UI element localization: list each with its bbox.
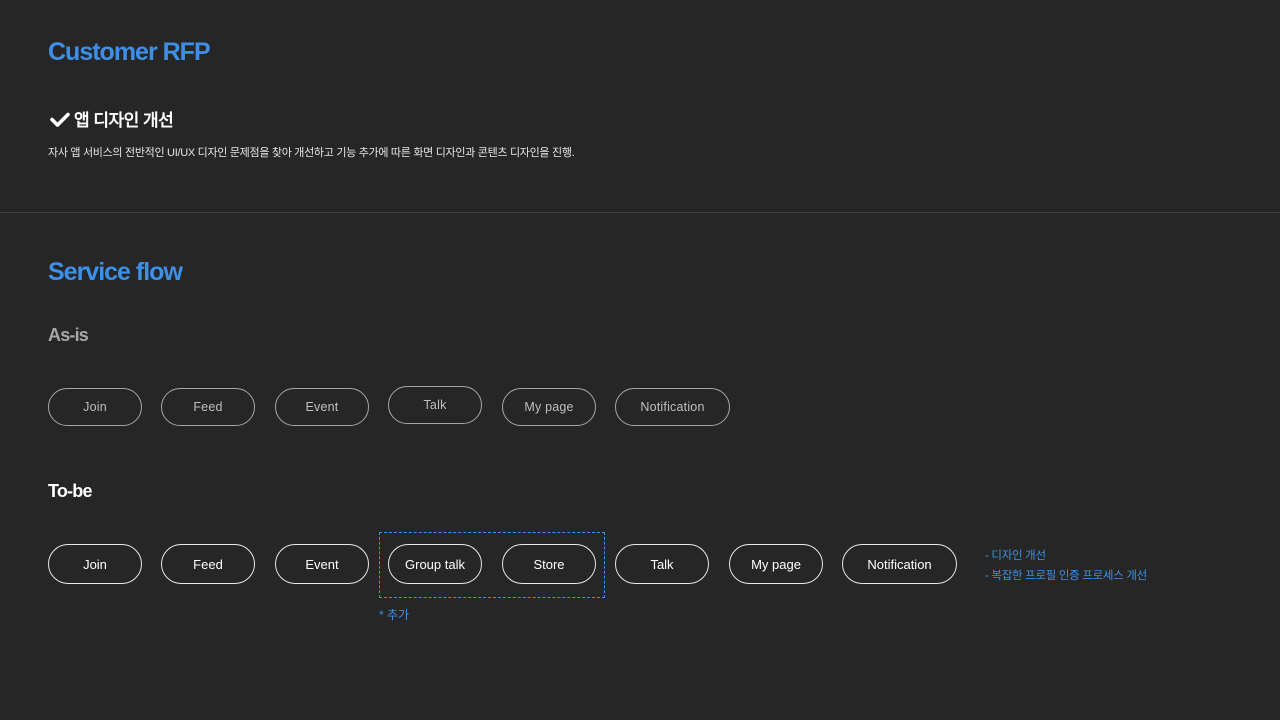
as-is-step-my-page[interactable]: My page [502,388,596,426]
rfp-heading-text: 앱 디자인 개선 [74,111,174,130]
to-be-step-my-page[interactable]: My page [729,544,823,584]
as-is-step-event[interactable]: Event [275,388,369,426]
to-be-step-feed[interactable]: Feed [161,544,255,584]
improvement-note-profile-auth: - 복잡한 프로필 인증 프로세스 개선 [985,570,1147,582]
check-icon [50,112,70,127]
to-be-step-group-talk[interactable]: Group talk [388,544,482,584]
as-is-title: As-is [48,325,89,345]
to-be-title: To-be [48,481,92,501]
rfp-heading: 앱 디자인 개선 [50,106,174,131]
rfp-description: 자사 앱 서비스의 전반적인 UI/UX 디자인 문제점을 찾아 개선하고 기능… [48,147,575,159]
to-be-step-talk[interactable]: Talk [615,544,709,584]
as-is-step-join[interactable]: Join [48,388,142,426]
added-note: * 추가 [379,608,410,622]
to-be-step-join[interactable]: Join [48,544,142,584]
as-is-step-feed[interactable]: Feed [161,388,255,426]
customer-rfp-title: Customer RFP [48,38,211,66]
as-is-step-talk[interactable]: Talk [388,386,482,424]
to-be-step-event[interactable]: Event [275,544,369,584]
to-be-step-notification[interactable]: Notification [842,544,957,584]
improvement-note-design: - 디자인 개선 [985,550,1046,562]
improvement-notes: - 디자인 개선 - 복잡한 프로필 인증 프로세스 개선 [985,546,1147,586]
as-is-step-notification[interactable]: Notification [615,388,730,426]
section-divider [0,212,1280,213]
service-flow-title: Service flow [48,258,183,286]
to-be-step-store[interactable]: Store [502,544,596,584]
